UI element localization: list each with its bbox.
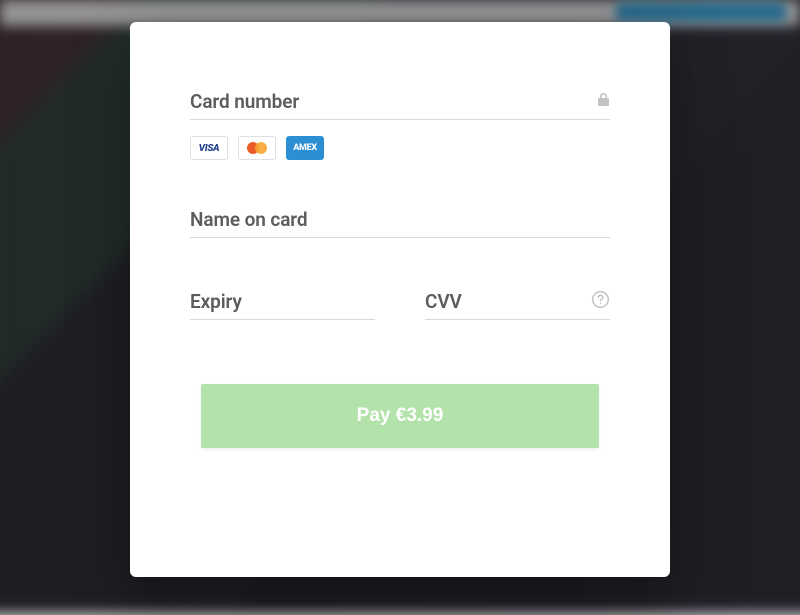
mastercard-icon (238, 136, 276, 160)
expiry-field[interactable]: Expiry (190, 290, 375, 320)
cvv-field[interactable]: CVV (425, 290, 610, 320)
accepted-card-brands: VISA AMEX (190, 136, 610, 160)
visa-icon: VISA (190, 136, 228, 160)
payment-modal: Card number VISA AMEX Name on card Expir… (130, 22, 670, 577)
pay-button[interactable]: Pay €3.99 (201, 384, 599, 448)
help-icon[interactable] (591, 290, 610, 313)
lock-icon (597, 92, 610, 111)
amex-icon: AMEX (286, 136, 324, 160)
card-number-field[interactable]: Card number (190, 90, 610, 120)
name-on-card-field[interactable]: Name on card (190, 208, 610, 238)
